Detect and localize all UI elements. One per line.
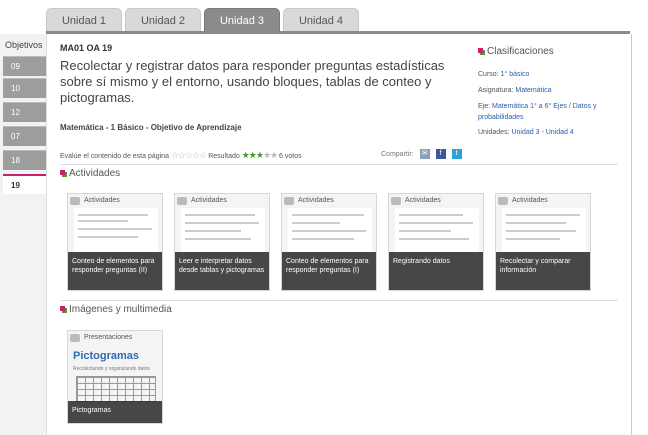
evaluate-label: Evalúe el contenido de esta página bbox=[60, 153, 169, 160]
rating-bar: Evalúe el contenido de esta página ☆☆☆☆☆… bbox=[60, 150, 302, 161]
share-label: Compartir: bbox=[381, 150, 414, 158]
classifications-panel: Clasificaciones Curso: 1° básico Asignat… bbox=[478, 46, 628, 138]
objective-item-12[interactable]: 12 bbox=[3, 102, 46, 122]
activities-heading: Actividades bbox=[60, 168, 120, 179]
tab-unidad-1[interactable]: Unidad 1 bbox=[46, 8, 122, 32]
eje-link-1[interactable]: Matemática 1° a 6° Ejes bbox=[492, 103, 567, 110]
worksheet-thumbnail bbox=[288, 208, 372, 252]
gallery-icon bbox=[177, 197, 187, 205]
classifications-title: Clasificaciones bbox=[478, 46, 628, 57]
unidades-row: Unidades: Unidad 3 - Unidad 4 bbox=[478, 129, 574, 136]
objective-item-09[interactable]: 09 bbox=[3, 56, 46, 76]
card-header: Actividades bbox=[68, 194, 162, 208]
activity-card[interactable]: Actividades Conteo de elementos para res… bbox=[67, 193, 163, 291]
curso-link[interactable]: 1° básico bbox=[501, 71, 530, 78]
tab-unidad-4[interactable]: Unidad 4 bbox=[283, 8, 359, 32]
objectives-sidebar: Objetivos 09 10 12 07 18 19 bbox=[0, 34, 47, 435]
activity-card[interactable]: Actividades Leer e interpretar datos des… bbox=[174, 193, 270, 291]
page-title: Recolectar y registrar datos para respon… bbox=[60, 58, 445, 105]
asignatura-link[interactable]: Matemática bbox=[515, 87, 551, 94]
worksheet-thumbnail bbox=[74, 208, 158, 252]
card-header: Actividades bbox=[389, 194, 483, 208]
tab-unidad-2[interactable]: Unidad 2 bbox=[125, 8, 201, 32]
objective-item-10[interactable]: 10 bbox=[3, 78, 46, 98]
multimedia-heading: Imágenes y multimedia bbox=[60, 304, 172, 315]
worksheet-thumbnail bbox=[181, 208, 265, 252]
activity-card-title: Conteo de elementos para responder pregu… bbox=[68, 252, 162, 290]
section-bullet-icon bbox=[478, 48, 483, 53]
multimedia-card-title: Pictogramas bbox=[73, 350, 140, 362]
card-header: Actividades bbox=[175, 194, 269, 208]
unidad-link-3[interactable]: Unidad 3 bbox=[511, 129, 539, 136]
main-panel: MA01 OA 19 Recolectar y registrar datos … bbox=[46, 34, 632, 435]
result-stars-empty: ★★ bbox=[262, 150, 278, 160]
rate-stars[interactable]: ☆☆☆☆☆ bbox=[171, 150, 207, 160]
worksheet-thumbnail bbox=[502, 208, 586, 252]
section-bullet-icon bbox=[60, 170, 65, 175]
unidad-link-4[interactable]: Unidad 4 bbox=[546, 129, 574, 136]
email-icon[interactable]: ✉ bbox=[419, 149, 430, 159]
objective-item-19[interactable]: 19 bbox=[3, 174, 46, 194]
activity-card-title: Recolectar y comparar información bbox=[496, 252, 590, 290]
gallery-icon bbox=[391, 197, 401, 205]
card-header: Actividades bbox=[282, 194, 376, 208]
tab-unidad-3[interactable]: Unidad 3 bbox=[204, 8, 280, 32]
activity-card-title: Leer e interpretar datos desde tablas y … bbox=[175, 252, 269, 290]
twitter-icon[interactable]: t bbox=[451, 149, 462, 159]
activity-card-title: Registrando datos bbox=[389, 252, 483, 290]
activity-card[interactable]: Actividades Conteo de elementos para res… bbox=[281, 193, 377, 291]
asignatura-row: Asignatura: Matemática bbox=[478, 87, 552, 94]
gallery-icon bbox=[498, 197, 508, 205]
divider bbox=[60, 164, 618, 165]
card-header: Presentaciones bbox=[68, 331, 162, 345]
activity-card-title: Conteo de elementos para responder pregu… bbox=[282, 252, 376, 290]
activity-card[interactable]: Actividades Registrando datos bbox=[388, 193, 484, 291]
facebook-icon[interactable]: f bbox=[435, 149, 446, 159]
pictogram-grid-thumbnail bbox=[76, 376, 156, 402]
multimedia-card-subtitle: Recolectando y organizando datos bbox=[73, 366, 150, 372]
objective-item-07[interactable]: 07 bbox=[3, 126, 46, 146]
multimedia-card[interactable]: Presentaciones Pictogramas Recolectando … bbox=[67, 330, 163, 424]
divider bbox=[60, 300, 618, 301]
share-bar: Compartir: ✉ f t bbox=[381, 149, 462, 159]
objective-item-18[interactable]: 18 bbox=[3, 150, 46, 170]
objective-code: MA01 OA 19 bbox=[60, 43, 113, 53]
multimedia-card-caption: Pictogramas bbox=[68, 401, 162, 423]
activity-card[interactable]: Actividades Recolectar y comparar inform… bbox=[495, 193, 591, 291]
presentation-icon bbox=[70, 334, 80, 342]
result-label: Resultado bbox=[208, 153, 240, 160]
eje-row: Eje: Matemática 1° a 6° Ejes / Datos y p… bbox=[478, 103, 597, 121]
section-bullet-icon bbox=[60, 306, 65, 311]
gallery-icon bbox=[284, 197, 294, 205]
result-stars-filled: ★★★ bbox=[241, 150, 264, 160]
votes-count: 6 votos bbox=[279, 153, 302, 160]
curso-row: Curso: 1° básico bbox=[478, 71, 530, 78]
page-subtitle: Matemática - 1 Básico - Objetivo de Apre… bbox=[60, 123, 242, 132]
gallery-icon bbox=[70, 197, 80, 205]
objectives-label: Objetivos bbox=[5, 40, 43, 50]
card-header: Actividades bbox=[496, 194, 590, 208]
worksheet-thumbnail bbox=[395, 208, 479, 252]
